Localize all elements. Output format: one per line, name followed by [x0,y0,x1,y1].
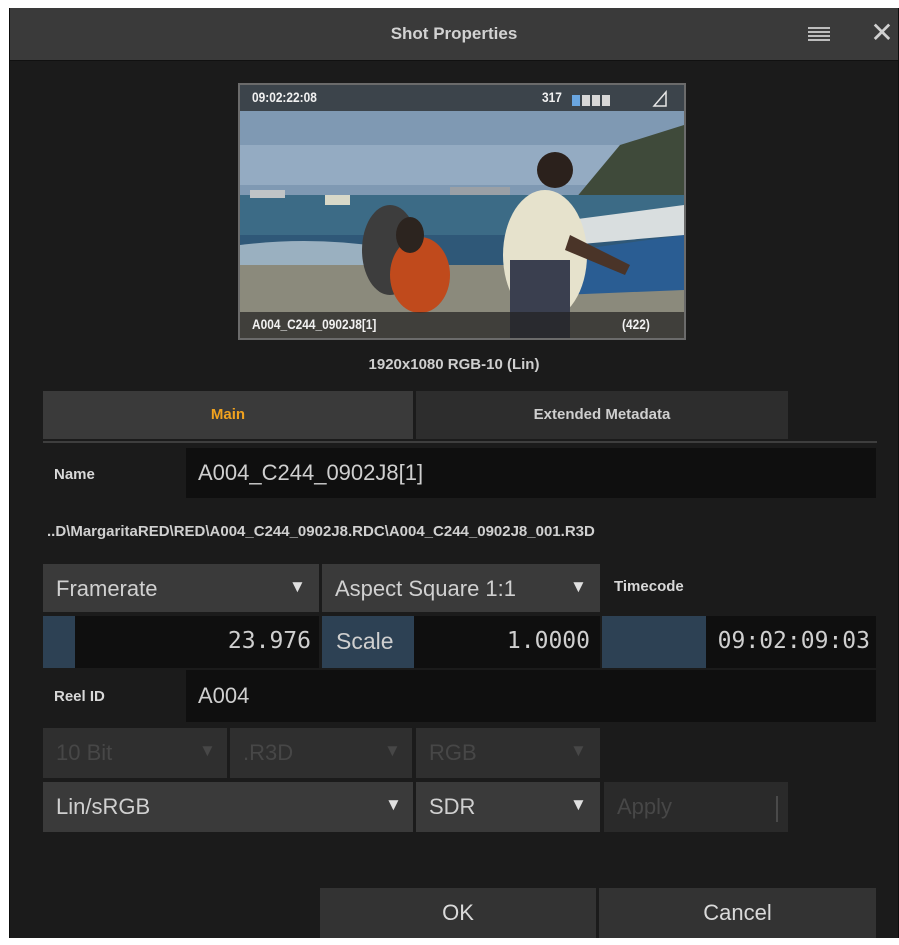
apply-button[interactable]: Apply [604,782,788,832]
tab-extended-metadata[interactable]: Extended Metadata [416,391,788,439]
close-icon[interactable]: ✕ [868,18,896,48]
format-label: .R3D [243,740,294,765]
framerate-dropdown-label: Framerate [56,576,158,601]
thumbnail-bottom-bar: A004_C244_0902J8[1] (422) [240,312,684,338]
framerate-slider-handle[interactable] [43,616,75,668]
dropdown-arrow-icon: ▼ [570,577,587,596]
thumbnail-frame-total: (422) [622,316,650,332]
timecode-slider-fill [602,616,706,668]
framerate-field[interactable]: 23.976 [43,616,319,668]
dropdown-arrow-icon: ▼ [289,577,306,596]
colorspace-dropdown[interactable]: Lin/sRGB ▼ [43,782,413,832]
aspect-dropdown[interactable]: Aspect Square 1:1 ▼ [322,564,600,612]
color-model-label: RGB [429,740,477,765]
shot-properties-dialog: Shot Properties ✕ 09:02:22:08 317 A004_C… [9,8,899,938]
dropdown-arrow-icon: ▼ [570,795,587,814]
dropdown-arrow-icon: ▼ [199,741,216,760]
quality-bars-icon [572,93,610,111]
ok-button[interactable]: OK [320,888,596,938]
thumbnail-image [240,85,684,338]
file-path: ..D\MargaritaRED\RED\A004_C244_0902J8.RD… [47,523,595,540]
name-label: Name [54,466,95,483]
corner-flag-icon[interactable] [650,88,670,108]
color-model-dropdown: RGB ▼ [416,728,600,778]
reel-id-field[interactable]: A004 [186,670,876,722]
apply-divider [776,796,778,822]
thumbnail-frame-count: 317 [542,89,562,105]
timecode-value: 09:02:09:03 [717,628,870,654]
title-bar[interactable]: Shot Properties ✕ [10,8,898,61]
cancel-button[interactable]: Cancel [599,888,876,938]
clip-thumbnail[interactable]: 09:02:22:08 317 A004_C244_0902J8[1] (422… [238,83,686,340]
name-field[interactable]: A004_C244_0902J8[1] [186,448,876,498]
thumbnail-top-bar: 09:02:22:08 317 [240,85,684,111]
range-dropdown[interactable]: SDR ▼ [416,782,600,832]
scale-value: 1.0000 [506,628,590,654]
framerate-value: 23.976 [227,628,311,654]
bit-depth-dropdown: 10 Bit ▼ [43,728,227,778]
apply-label: Apply [617,794,673,819]
timecode-label: Timecode [614,578,684,595]
format-dropdown: .R3D ▼ [230,728,412,778]
dialog-title: Shot Properties [390,24,518,43]
dropdown-arrow-icon: ▼ [384,741,401,760]
scale-field[interactable]: Scale 1.0000 [322,616,600,668]
colorspace-label: Lin/sRGB [56,794,151,819]
resolution-label: 1920x1080 RGB-10 (Lin) [368,356,540,373]
framerate-dropdown[interactable]: Framerate ▼ [43,564,319,612]
thumbnail-clip-name: A004_C244_0902J8[1] [252,316,377,332]
aspect-dropdown-label: Aspect Square 1:1 [335,576,517,601]
tab-bar: Main Extended Metadata [43,391,877,443]
range-label: SDR [429,794,476,819]
reel-id-label: Reel ID [54,688,105,705]
tab-main[interactable]: Main [43,391,413,439]
scale-label: Scale [336,628,394,654]
thumbnail-timecode: 09:02:22:08 [252,89,317,105]
dropdown-arrow-icon: ▼ [570,741,587,760]
dropdown-arrow-icon: ▼ [385,795,402,814]
menu-icon[interactable] [808,27,830,43]
timecode-field[interactable]: 09:02:09:03 [602,616,876,668]
bit-depth-label: 10 Bit [56,740,113,765]
